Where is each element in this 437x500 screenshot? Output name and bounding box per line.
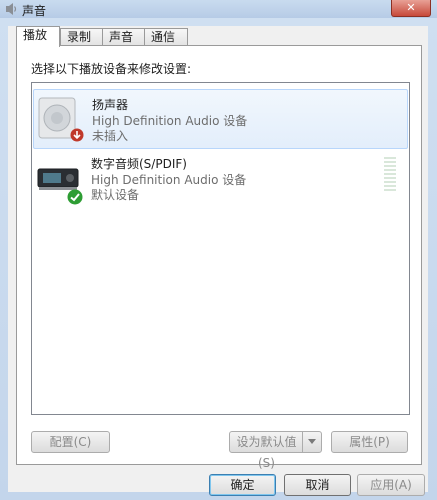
default-check-icon xyxy=(67,189,83,205)
ok-button[interactable]: 确定 xyxy=(209,474,276,496)
instruction-label: 选择以下播放设备来修改设置: xyxy=(31,62,192,76)
list-item-spdif[interactable]: 数字音频(S/PDIF) High Definition Audio 设备 默认… xyxy=(33,149,406,207)
tab-playback[interactable]: 播放 xyxy=(16,26,60,47)
level-meter xyxy=(384,157,396,193)
properties-button[interactable]: 属性(P) xyxy=(331,431,408,453)
apply-button[interactable]: 应用(A) xyxy=(357,474,425,496)
configure-button[interactable]: 配置(C) xyxy=(31,431,110,453)
set-default-button[interactable]: 设为默认值(S) xyxy=(229,431,322,470)
title-bar[interactable]: 声音 ✕ xyxy=(0,0,437,19)
set-default-dropdown[interactable] xyxy=(302,432,321,452)
sound-app-icon xyxy=(6,3,17,15)
list-item-speaker[interactable]: 扬声器 High Definition Audio 设备 未插入 xyxy=(33,89,408,149)
device-name: 扬声器 xyxy=(92,98,129,112)
tab-sounds[interactable]: 声音 xyxy=(102,28,146,46)
cancel-button[interactable]: 取消 xyxy=(284,474,351,496)
device-status: 默认设备 xyxy=(91,188,140,202)
tab-communications[interactable]: 通信 xyxy=(144,28,188,46)
unplugged-down-arrow-icon xyxy=(70,128,84,142)
device-name: 数字音频(S/PDIF) xyxy=(91,157,187,171)
tab-recording[interactable]: 录制 xyxy=(60,28,104,46)
chevron-down-icon xyxy=(308,439,316,444)
device-status: 未插入 xyxy=(92,129,129,143)
window-title: 声音 xyxy=(22,4,47,18)
close-button[interactable]: ✕ xyxy=(391,0,431,17)
device-list[interactable]: 扬声器 High Definition Audio 设备 未插入 数字音频(S/… xyxy=(31,82,410,415)
